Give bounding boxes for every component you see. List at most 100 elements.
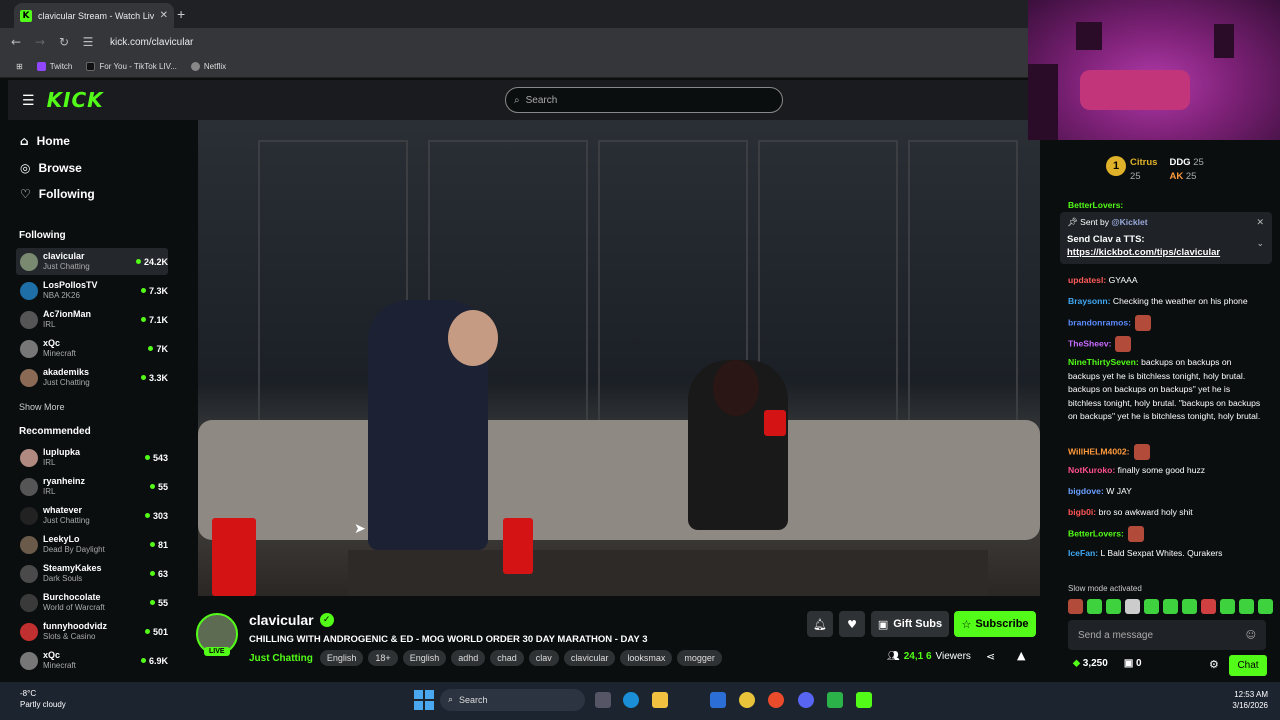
url-field[interactable]: kick.com/clavicular — [110, 37, 193, 48]
leader-1[interactable]: Citrus 25 — [1130, 156, 1157, 184]
chat-username[interactable]: TheSheev: — [1068, 338, 1111, 348]
bookmark-twitch[interactable]: Twitch — [36, 62, 72, 71]
pinned-link[interactable]: https://kickbot.com/tips/clavicular — [1067, 247, 1220, 258]
gift-subs-button[interactable]: ▣ Gift Subs — [871, 611, 949, 637]
taskbar-search[interactable]: ⌕ Search — [440, 689, 585, 711]
channel-item-burchocolate[interactable]: Burchocolate World of Warcraft 55 — [16, 589, 168, 616]
chat-username[interactable]: NotKuroko: — [1068, 465, 1115, 475]
channel-item-whatever[interactable]: whatever Just Chatting 303 — [16, 502, 168, 529]
emote-button[interactable] — [1258, 599, 1273, 614]
kick-logo[interactable]: KICK — [47, 88, 104, 112]
menu-icon[interactable]: ☰ — [22, 92, 35, 109]
follow-heart-button[interactable]: ♥ — [839, 611, 865, 637]
forward-icon[interactable]: → — [32, 35, 48, 49]
category-link[interactable]: Just Chatting — [249, 653, 313, 664]
channel-item-xqc[interactable]: xQc Minecraft 7K — [16, 335, 168, 362]
channel-item-akademiks[interactable]: akademiks Just Chatting 3.3K — [16, 364, 168, 391]
chat-username[interactable]: NineThirtySeven: — [1068, 357, 1139, 367]
bookmark-netflix[interactable]: Netflix — [190, 62, 226, 71]
show-more-link[interactable]: Show More — [19, 402, 65, 412]
stream-tag[interactable]: English — [319, 650, 364, 666]
new-tab-button[interactable]: + — [177, 6, 185, 22]
points-icon: ⬥ — [1073, 658, 1080, 669]
chrome-icon[interactable] — [739, 692, 755, 708]
channel-item-lospollostv[interactable]: LosPollosTV NBA 2K26 7.3K — [16, 277, 168, 304]
discord-icon[interactable] — [798, 692, 814, 708]
subscribe-button[interactable]: ☆ Subscribe — [954, 611, 1036, 637]
pinned-sender[interactable]: @Kicklet — [1111, 217, 1147, 227]
streamer-name[interactable]: clavicular ✓ — [249, 612, 334, 628]
chat-username[interactable]: IceFan: — [1068, 548, 1098, 558]
chat-username[interactable]: bigb0i: — [1068, 507, 1096, 517]
chat-username[interactable]: Braysonn: — [1068, 296, 1111, 306]
chat-username[interactable]: BetterLovers: — [1068, 528, 1124, 538]
chat-username[interactable]: WillHELM4002: — [1068, 446, 1130, 456]
bookmark-tiktok[interactable]: For You - TikTok LIV... — [86, 62, 177, 71]
windows-start-icon[interactable] — [414, 690, 434, 710]
chat-username[interactable]: brandonramos: — [1068, 317, 1131, 327]
emote-button[interactable] — [1182, 599, 1197, 614]
emote-button[interactable] — [1087, 599, 1102, 614]
nav-browse[interactable]: ◎ Browse — [20, 161, 82, 175]
stream-tag[interactable]: 18+ — [368, 650, 398, 666]
stream-tag[interactable]: mogger — [677, 650, 722, 666]
channel-item-clavicular[interactable]: clavicular Just Chatting 24.2K — [16, 248, 168, 275]
emote-button[interactable] — [1144, 599, 1159, 614]
gift-count[interactable]: ▣ 0 — [1124, 658, 1142, 669]
points[interactable]: ⬥ 3,250 — [1073, 658, 1108, 669]
weather-widget[interactable]: -8°C Partly cloudy — [20, 688, 66, 710]
chat-input[interactable]: Send a message ☺ — [1068, 620, 1266, 650]
chat-send-button[interactable]: Chat — [1229, 655, 1267, 676]
emote-button[interactable] — [1125, 599, 1140, 614]
channel-item-xqc[interactable]: xQc Minecraft 6.9K — [16, 647, 168, 674]
channel-item-leekylo[interactable]: LeekyLo Dead By Daylight 81 — [16, 531, 168, 558]
edge-icon[interactable] — [623, 692, 639, 708]
xbox-icon[interactable] — [827, 692, 843, 708]
leader-2[interactable]: DDG 25 AK 25 — [1169, 156, 1203, 184]
chat-username[interactable]: bigdove: — [1068, 486, 1104, 496]
search-input[interactable]: ⌕ Search — [505, 87, 783, 113]
unpin-icon[interactable]: ✕ — [1256, 217, 1264, 228]
close-tab-icon[interactable]: ✕ — [160, 10, 168, 21]
apps-icon[interactable]: ⊞ — [16, 62, 23, 71]
chat-settings-icon[interactable]: ⚙ — [1209, 658, 1219, 671]
file-explorer-icon[interactable] — [652, 692, 668, 708]
chevron-down-icon[interactable]: ⌄ — [1256, 238, 1264, 249]
emote-button[interactable] — [1163, 599, 1178, 614]
stream-tag[interactable]: looksmax — [620, 650, 673, 666]
emote-button[interactable] — [1220, 599, 1235, 614]
emote-button[interactable] — [1239, 599, 1254, 614]
outlook-icon[interactable] — [710, 692, 726, 708]
notification-bell-button[interactable]: 🔔︎ — [807, 611, 833, 637]
back-icon[interactable]: ← — [8, 35, 24, 49]
stream-tag[interactable]: adhd — [451, 650, 486, 666]
channel-item-ryanheinz[interactable]: ryanheinz IRL 55 — [16, 473, 168, 500]
chat-username[interactable]: updatesl: — [1068, 275, 1106, 285]
task-view-icon[interactable] — [595, 692, 611, 708]
video-player[interactable] — [198, 120, 1040, 596]
browser-tab[interactable]: K clavicular Stream - Watch Live on Kick… — [14, 3, 174, 28]
channel-item-funnyhoodvidz[interactable]: funnyhoodvidz Slots & Casino 501 — [16, 618, 168, 645]
recording-app-icon[interactable] — [768, 692, 784, 708]
channel-item-steamykakes[interactable]: SteamyKakes Dark Souls 63 — [16, 560, 168, 587]
channel-name: SteamyKakes — [43, 563, 102, 573]
report-icon[interactable]: ▲ — [1017, 649, 1025, 662]
stream-tag[interactable]: clavicular — [563, 650, 616, 666]
taskbar-clock[interactable]: 12:53 AM 3/16/2026 — [1226, 689, 1268, 711]
emote-button[interactable] — [1201, 599, 1216, 614]
nav-home[interactable]: ⌂ Home — [20, 134, 70, 148]
share-icon[interactable]: ⋖ — [986, 650, 995, 663]
stream-tag[interactable]: chad — [490, 650, 524, 666]
channel-item-ac7ionman[interactable]: Ac7ionMan IRL 7.1K — [16, 306, 168, 333]
channel-category: Minecraft — [43, 349, 76, 358]
emoji-icon[interactable]: ☺ — [1246, 630, 1256, 641]
emote-button[interactable] — [1068, 599, 1083, 614]
emote-button[interactable] — [1106, 599, 1121, 614]
channel-item-luplupka[interactable]: luplupka IRL 543 — [16, 444, 168, 471]
site-info-icon[interactable]: ☰ — [80, 35, 96, 49]
kick-app-icon[interactable] — [856, 692, 872, 708]
reload-icon[interactable]: ↻ — [56, 35, 72, 49]
stream-tag[interactable]: English — [402, 650, 447, 666]
stream-tag[interactable]: clav — [528, 650, 559, 666]
nav-following[interactable]: ♡ Following — [20, 187, 95, 201]
